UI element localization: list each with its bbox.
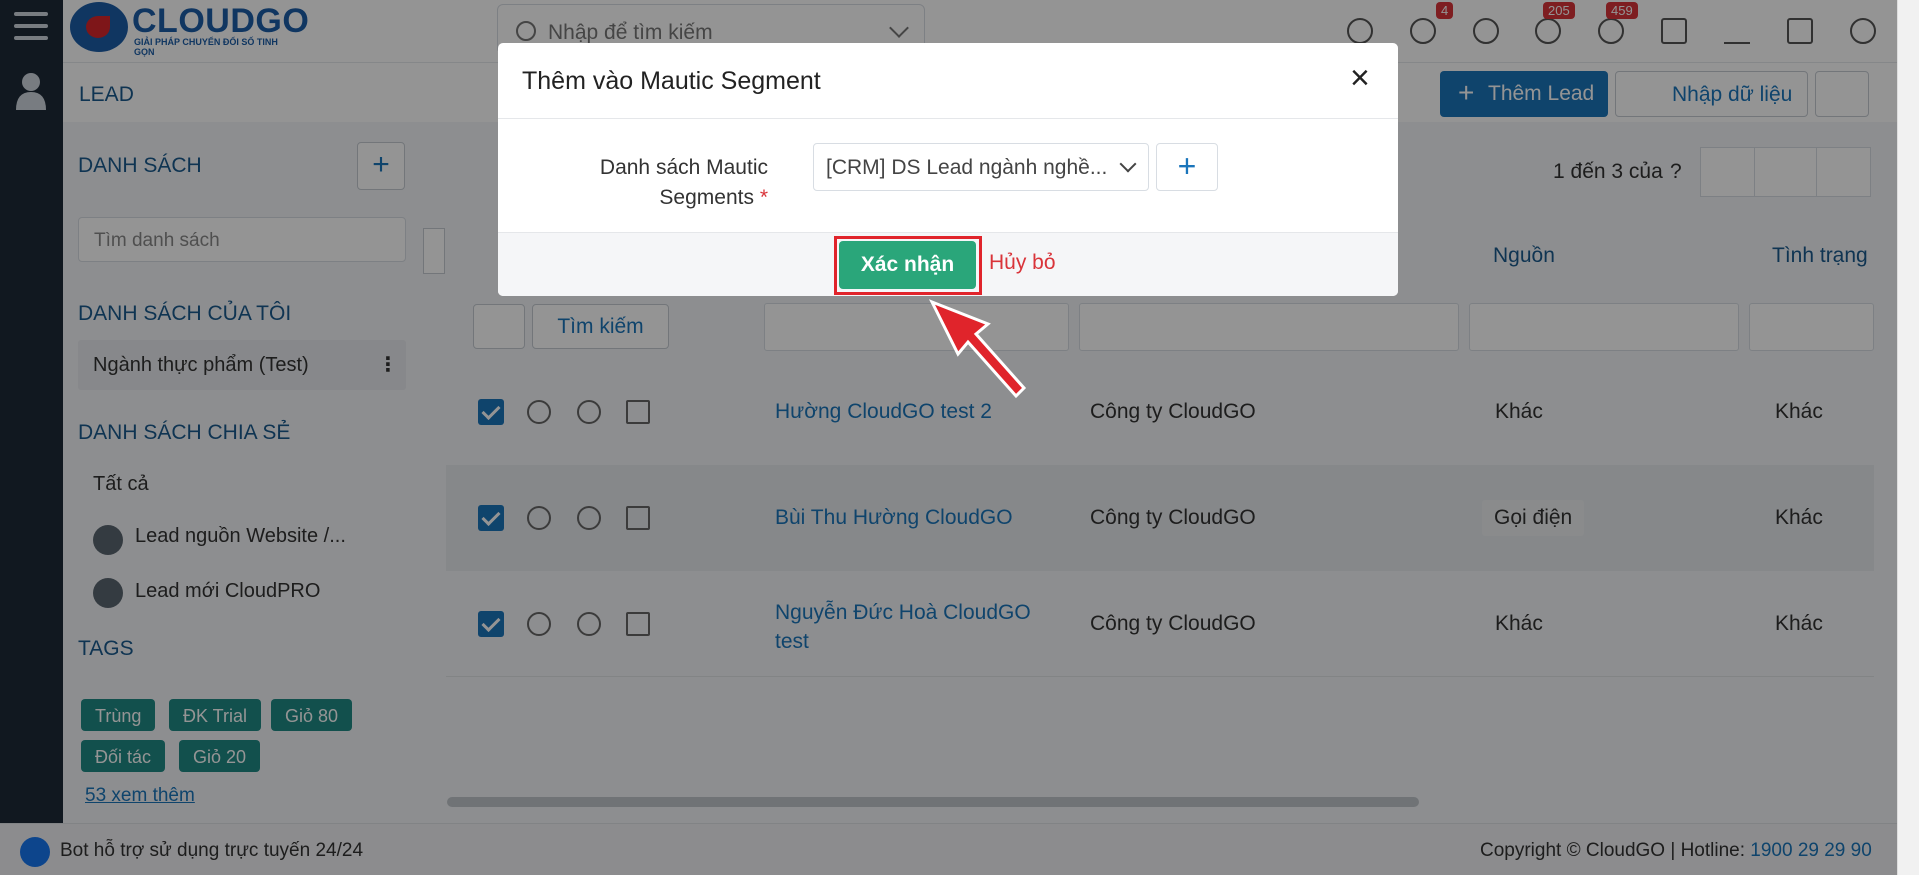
add-segment-button[interactable]: + <box>1156 143 1218 191</box>
segment-field-label: Danh sách Mautic Segments * <box>558 153 768 213</box>
dialog-header: Thêm vào Mautic Segment × <box>498 43 1398 119</box>
cancel-button[interactable]: Hủy bỏ <box>989 251 1056 275</box>
segment-field-label-text: Danh sách Mautic Segments <box>599 156 768 209</box>
dialog-title: Thêm vào Mautic Segment <box>522 67 821 95</box>
close-icon[interactable]: × <box>1350 61 1370 95</box>
required-mark: * <box>759 186 768 209</box>
confirm-button[interactable]: Xác nhận <box>839 241 976 289</box>
vertical-scrollbar[interactable] <box>1897 0 1919 875</box>
segment-select[interactable]: [CRM] DS Lead ngành nghề... <box>813 143 1149 191</box>
chevron-down-icon <box>1119 155 1137 173</box>
annotation-arrow <box>928 299 1027 399</box>
segment-select-value: [CRM] DS Lead ngành nghề... <box>826 156 1108 179</box>
